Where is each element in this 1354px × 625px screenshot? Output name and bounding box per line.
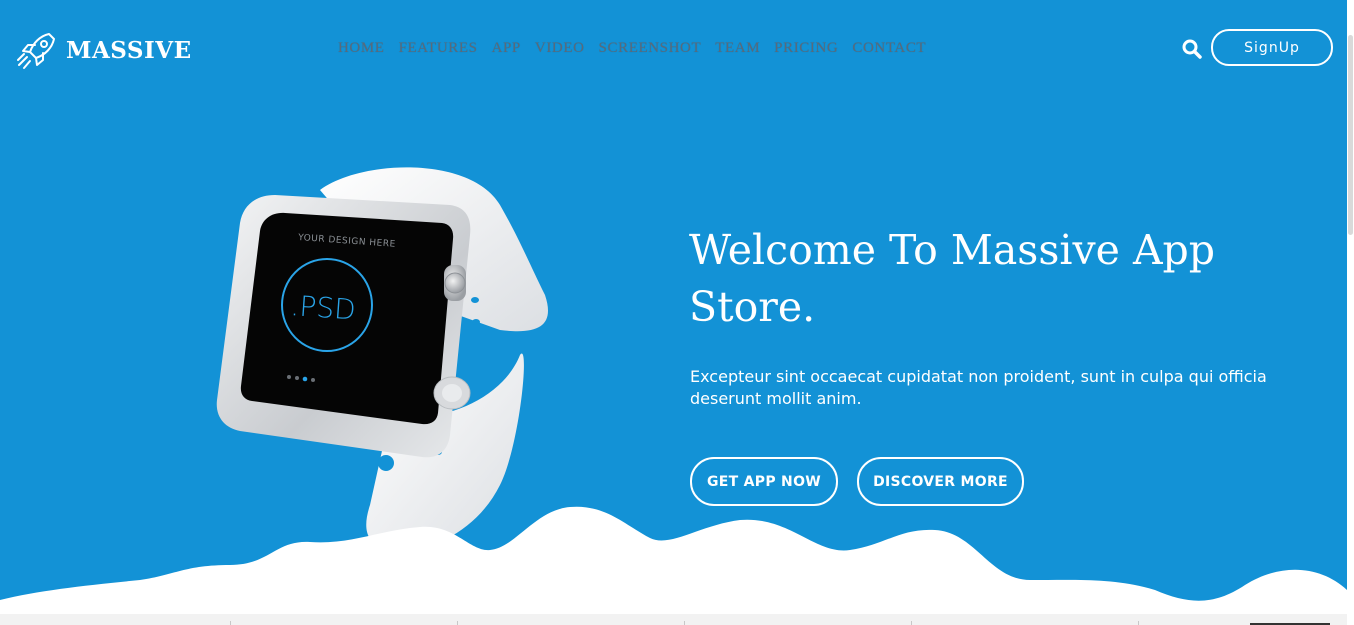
divider-tick — [684, 621, 685, 625]
hero-section: MASSIVE HOME FEATURES APP VIDEO SCREENSH… — [0, 0, 1347, 614]
divider-tick — [1138, 621, 1139, 625]
wave-decoration — [0, 506, 1347, 614]
divider-tick — [911, 621, 912, 625]
divider-tick — [457, 621, 458, 625]
divider-tick — [230, 621, 231, 625]
section-divider — [0, 614, 1347, 625]
scrollbar[interactable] — [1347, 0, 1354, 625]
scrollbar-thumb[interactable] — [1348, 35, 1353, 235]
